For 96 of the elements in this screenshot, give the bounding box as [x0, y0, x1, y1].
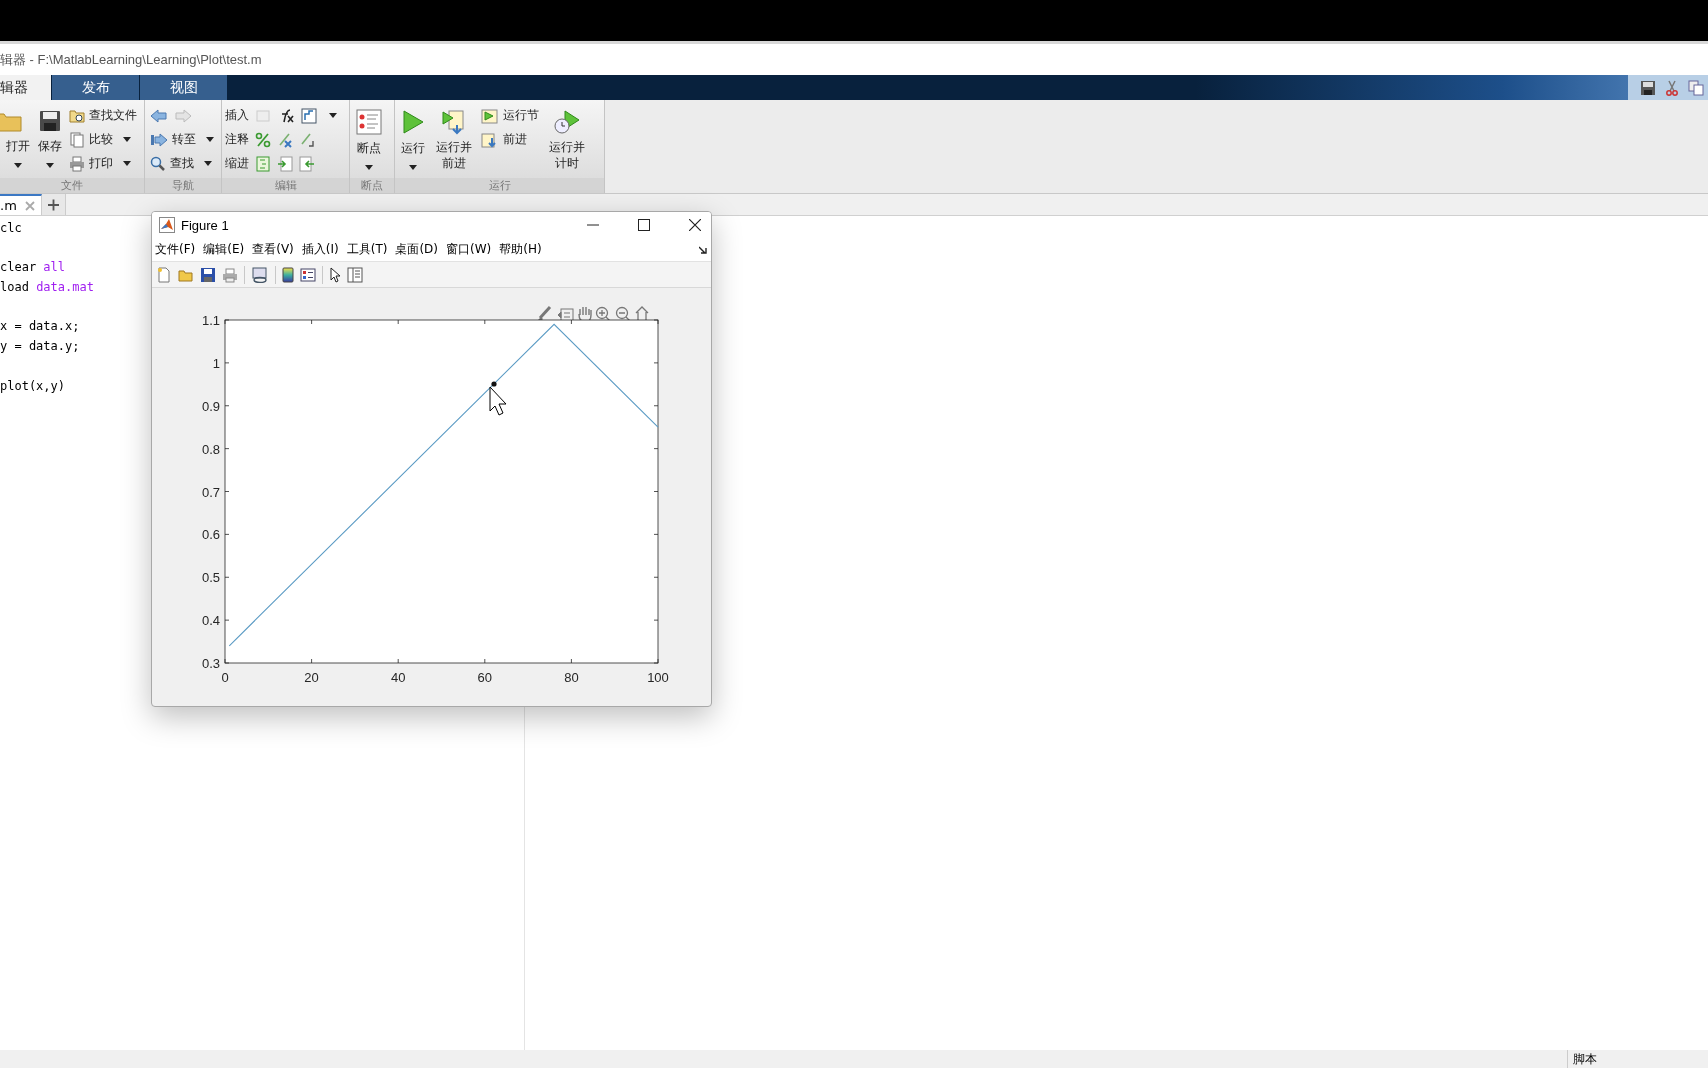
percent-icon[interactable]	[255, 131, 271, 148]
tick-label: 1	[212, 355, 220, 371]
tick-label: 40	[390, 670, 406, 685]
tick-label: 0.8	[201, 441, 220, 457]
section-label: 断点	[350, 178, 394, 193]
pointer-icon[interactable]	[329, 266, 341, 283]
tick-label: 0.5	[201, 570, 220, 586]
menu-item[interactable]: 帮助(H)	[499, 241, 542, 258]
tick-label: 100	[647, 670, 669, 685]
linked-figure-icon[interactable]	[251, 266, 269, 283]
code-line: plot(x,y)	[0, 377, 66, 395]
ribbon-tab[interactable]: 辑器	[0, 75, 52, 100]
advance-button[interactable]: 前进	[479, 128, 542, 151]
mouse-cursor-icon	[489, 386, 507, 416]
window-title: 辑器 - F:\MatlabLearning\Learning\Plot\test.m	[0, 50, 262, 69]
menu-item[interactable]: 编辑(E)	[203, 241, 245, 258]
find-button[interactable]: 查找	[148, 152, 216, 175]
close-icon[interactable]	[689, 219, 701, 231]
indent-icon[interactable]	[277, 155, 293, 172]
insert-label: 插入	[225, 107, 249, 124]
file-type-label: 脚本	[1567, 1050, 1708, 1068]
back-arrow-icon[interactable]	[150, 107, 168, 124]
uncomment-icon[interactable]	[277, 131, 293, 148]
data-point-marker	[491, 381, 497, 387]
indent-label: 缩进	[225, 155, 249, 172]
colorbar-icon[interactable]	[282, 266, 294, 283]
property-editor-icon[interactable]	[347, 266, 363, 283]
plus-icon	[47, 198, 59, 211]
section-label: 文件	[0, 178, 144, 193]
breakpoint-list-icon	[356, 109, 382, 135]
outdent-icon[interactable]	[299, 155, 315, 172]
run-and-advance-button[interactable]: 运行并前进	[432, 104, 476, 172]
find-files-button[interactable]: 查找文件	[67, 104, 139, 127]
print-button[interactable]: 打印	[67, 152, 139, 175]
menu-item[interactable]: 查看(V)	[252, 241, 294, 258]
tick-label: 0.4	[201, 613, 220, 629]
file-name: .m	[0, 198, 17, 213]
printer-icon[interactable]	[222, 266, 238, 283]
ribbon-tab[interactable]: 视图	[140, 75, 228, 100]
legend-icon[interactable]	[300, 266, 316, 283]
tick-label: 0.3	[201, 656, 220, 671]
code-line: clear all	[0, 259, 66, 277]
wrap-comment-icon[interactable]	[299, 131, 315, 148]
code-line: y = data.y;	[0, 338, 80, 356]
save-button[interactable]: 保存	[35, 104, 65, 168]
stopwatch-play-icon	[552, 109, 581, 135]
tick-label: 20	[304, 670, 319, 685]
tick-label: 0.7	[201, 484, 220, 500]
save-icon[interactable]	[1640, 79, 1656, 96]
cut-icon[interactable]	[1664, 79, 1680, 96]
menu-item[interactable]: 窗口(W)	[446, 241, 492, 258]
tick-label: 0	[221, 670, 229, 685]
tick-label: 60	[477, 670, 493, 685]
section-label: 编辑	[222, 178, 349, 193]
function-file-icon[interactable]	[301, 107, 317, 124]
printer-icon	[69, 155, 85, 172]
code-line: x = data.x;	[0, 318, 80, 336]
search-icon	[150, 155, 166, 172]
tick-label: 1.1	[201, 313, 220, 328]
ribbon-tab[interactable]: 发布	[52, 75, 140, 100]
section-label: 运行	[395, 178, 604, 193]
code-line: clc	[0, 220, 22, 237]
folder-search-icon	[69, 107, 85, 124]
menu-item[interactable]: 工具(T)	[346, 241, 388, 258]
section-label: 导航	[145, 178, 221, 193]
tick-label: 0.6	[201, 527, 220, 543]
run-and-time-button[interactable]: 运行并计时	[545, 104, 589, 172]
menu-item[interactable]: 桌面(D)	[395, 241, 438, 258]
code-line: load data.mat	[0, 279, 94, 297]
breakpoints-button[interactable]: 断点	[353, 104, 385, 170]
file-tab[interactable]: .m	[0, 194, 42, 215]
run-section-button[interactable]: 运行节	[479, 104, 542, 127]
new-tab-button[interactable]	[41, 194, 66, 215]
open-button[interactable]: 打开	[3, 104, 33, 168]
figure-title: Figure 1	[181, 217, 229, 233]
comment-label: 注释	[225, 131, 249, 148]
maximize-icon[interactable]	[638, 219, 650, 231]
go-to-button[interactable]: 转至	[148, 128, 216, 151]
copy-icon[interactable]	[1688, 79, 1704, 96]
zoom-in-icon[interactable]	[595, 306, 611, 322]
document-play-icon	[440, 109, 467, 135]
zoom-out-icon[interactable]	[615, 306, 631, 322]
dock-arrow-icon[interactable]	[699, 245, 707, 254]
menu-item[interactable]: 插入(I)	[301, 241, 339, 258]
play-icon	[401, 109, 425, 135]
document-icon	[69, 131, 85, 148]
menu-item[interactable]: 文件(F)	[155, 241, 196, 258]
matlab-logo-icon	[159, 217, 175, 233]
section-play-icon	[481, 107, 500, 124]
tick-label: 0.9	[201, 398, 220, 414]
run-button[interactable]: 运行	[398, 104, 428, 170]
datatip-icon[interactable]	[557, 308, 574, 322]
tick-label: 80	[564, 670, 579, 685]
new-file-icon[interactable]	[156, 266, 172, 283]
compare-button[interactable]: 比较	[67, 128, 139, 151]
arrow-icon	[150, 131, 168, 148]
